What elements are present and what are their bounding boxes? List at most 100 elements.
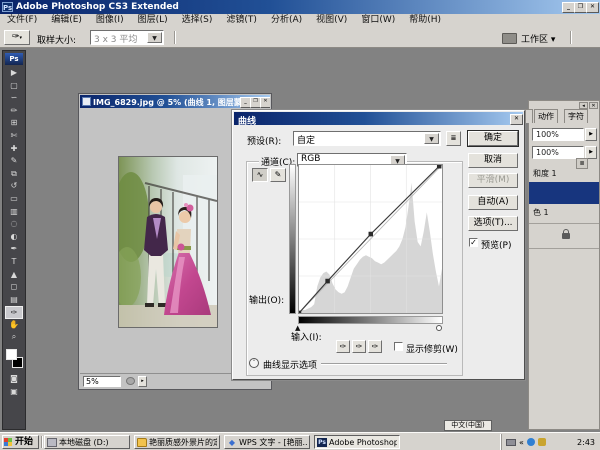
document-title: IMG_6829.jpg @ 5% (曲线 1, 图层蒙... [93,97,251,108]
menu-item-8[interactable]: 窗口(W) [354,14,402,27]
tab-character[interactable]: 字符 [564,109,588,123]
layer-row-2[interactable]: 色 1 [529,204,599,221]
curves-close-button[interactable]: ✕ [510,114,523,125]
doc-close-button[interactable]: ✕ [260,97,270,108]
lock-icon [562,233,570,239]
history-brush-tool[interactable]: ↺ [5,180,23,193]
foreground-color-swatch[interactable] [6,349,17,360]
eyedropper-tool[interactable]: ✑ [5,306,23,319]
document-icon [82,97,91,106]
options-bar: ✑▾ 取样大小: 3 x 3 平均 ▼ 工作区 ▾ [0,28,600,48]
input-label: 输入(I): [291,330,322,343]
cancel-button[interactable]: 取消 [468,153,518,168]
options-button[interactable]: 选项(T)... [468,216,518,231]
set-black-point-eyedropper[interactable]: ✑ [336,340,350,353]
quick-selection-tool[interactable]: ✏ [5,105,23,118]
display-options-expander[interactable]: ˇ [249,358,259,368]
status-menu-button[interactable]: ▸ [138,376,147,387]
close-button[interactable]: ✕ [586,2,599,13]
dodge-tool[interactable]: ◐ [5,231,23,244]
opacity-field[interactable]: 100% [532,128,584,141]
menu-item-6[interactable]: 分析(A) [264,14,309,27]
ok-button[interactable]: 确定 [468,131,518,146]
healing-brush-tool[interactable]: ✚ [5,143,23,156]
toolbox-extras: ◙▣ [3,373,25,398]
eyedropper-icon: ✑ [12,32,20,42]
panel-close-button[interactable]: ✕ [589,102,598,109]
tray-network-icon[interactable] [527,438,535,446]
eraser-tool[interactable]: ▭ [5,193,23,206]
task-local-disk[interactable]: 本地磁盘 (D:) [44,435,130,449]
opacity-spinner[interactable]: ▶ [585,128,597,141]
curve-pencil-tool[interactable]: ✎ [270,168,286,182]
folder-icon [137,438,147,447]
gradient-tool[interactable]: ▥ [5,206,23,219]
menu-item-4[interactable]: 选择(S) [175,14,220,27]
crop-tool[interactable]: ⊞ [5,117,23,130]
white-point-slider[interactable] [436,325,442,331]
curves-plot[interactable] [298,164,443,314]
language-indicator[interactable]: 中文(中国) [444,420,492,431]
bridge-icon[interactable] [502,33,517,44]
brush-tool[interactable]: ✎ [5,155,23,168]
toolbox-ps-logo[interactable]: Ps [5,53,23,65]
menu-item-1[interactable]: 编辑(E) [44,14,89,27]
task-wps[interactable]: ◆WPS 文字 - [艳丽... [224,435,310,449]
path-selection-tool[interactable]: ▲ [5,269,23,282]
show-clipping-checkbox[interactable] [394,342,403,351]
tab-partial[interactable] [525,109,533,123]
menu-item-3[interactable]: 图层(L) [131,14,175,27]
tray-volume-icon[interactable] [538,438,546,446]
show-clipping-label: 显示修剪(W) [406,342,458,355]
hand-tool[interactable]: ✋ [5,319,23,332]
photo-canvas[interactable] [118,156,218,328]
tool-preset-picker[interactable]: ✑▾ [4,30,30,45]
marquee-tool[interactable]: ▢ [5,80,23,93]
tray-expand-icon[interactable]: « [519,438,524,447]
slice-tool[interactable]: ✄ [5,130,23,143]
notes-tool[interactable]: ▤ [5,294,23,307]
menu-item-5[interactable]: 滤镜(T) [219,14,264,27]
photoshop-application: Ps Adobe Photoshop CS3 Extended _ ❐ ✕ 文件… [0,0,600,450]
lasso-tool[interactable]: ∽ [5,92,23,105]
layers-list: 和度 1 色 1 [529,165,599,221]
clock: 2:43 [577,438,595,447]
quick-mask-button[interactable]: ◙ [5,373,23,386]
sample-size-dropdown[interactable]: 3 x 3 平均 ▼ [90,30,164,45]
tab-actions[interactable]: 动作 [534,109,558,123]
layer-row-0[interactable]: 和度 1 [529,165,599,182]
type-tool[interactable]: T [5,256,23,269]
layer-row-1[interactable] [529,182,599,204]
status-info-icon[interactable] [126,377,135,385]
menu-item-7[interactable]: 视图(V) [309,14,354,27]
clone-stamp-tool[interactable]: ⧉ [5,168,23,181]
task-photoshop[interactable]: PsAdobe Photoshop CS3... [314,435,400,449]
menu-item-9[interactable]: 帮助(H) [402,14,448,27]
curves-titlebar[interactable]: 曲线 ✕ [234,112,523,125]
pen-tool[interactable]: ✒ [5,243,23,256]
panel-collapse-button[interactable]: ◂ [579,102,588,109]
layer-lock-row[interactable] [529,223,599,249]
task-folder[interactable]: 艳丽质感外景片的定... [134,435,220,449]
menu-item-2[interactable]: 图像(I) [89,14,131,27]
preset-options-button[interactable]: ≣ [446,131,461,146]
auto-button[interactable]: 自动(A) [468,195,518,210]
output-label: 输出(O): [249,293,284,306]
chevron-down-icon: ▾ [20,35,23,41]
preview-checkbox[interactable]: ✓ [469,238,478,247]
shape-tool[interactable]: ◻ [5,281,23,294]
set-white-point-eyedropper[interactable]: ✑ [368,340,382,353]
set-gray-point-eyedropper[interactable]: ✑ [352,340,366,353]
workspace-button[interactable]: 工作区 ▾ [521,32,555,45]
preset-dropdown[interactable]: 自定 ▼ [293,131,441,146]
curve-point-tool[interactable]: ∿ [252,168,268,182]
zoom-level-field[interactable]: 5% [83,376,121,387]
keyboard-icon[interactable] [506,439,516,446]
menu-item-0[interactable]: 文件(F) [0,14,44,27]
zoom-tool[interactable]: ⌕ [5,331,23,344]
blur-tool[interactable]: ◌ [5,218,23,231]
document-titlebar[interactable]: IMG_6829.jpg @ 5% (曲线 1, 图层蒙... _ ❐ ✕ [80,95,270,108]
screen-mode-button[interactable]: ▣ [5,386,23,399]
start-button[interactable]: 开始 [2,435,39,449]
move-tool[interactable]: ▶ [5,67,23,80]
